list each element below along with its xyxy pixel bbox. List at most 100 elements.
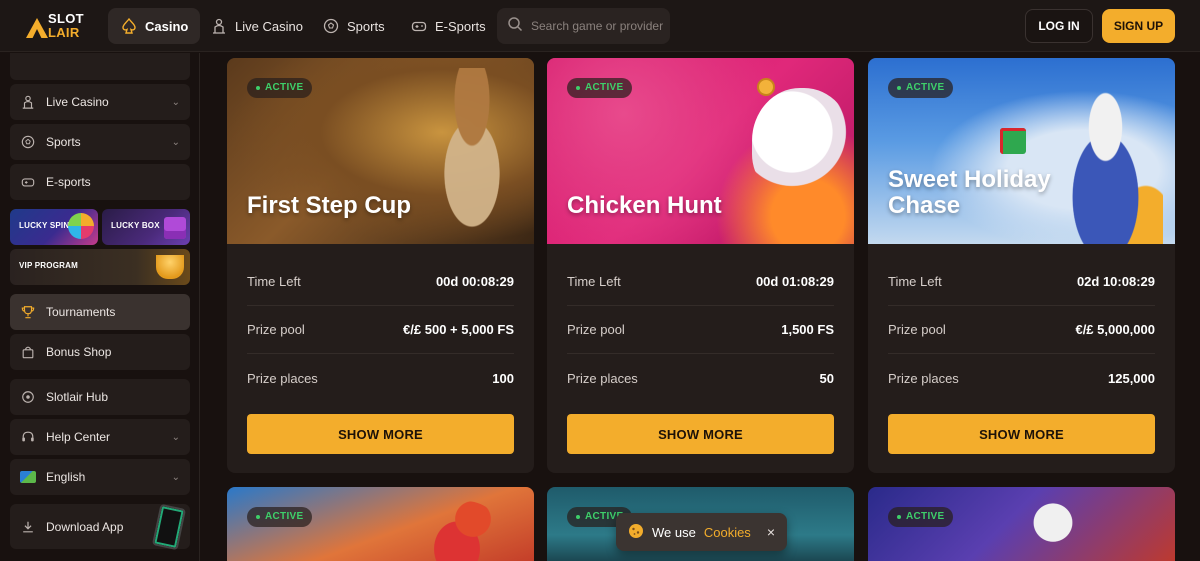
search-input[interactable]	[531, 19, 671, 33]
signup-button[interactable]: SIGN UP	[1102, 9, 1175, 43]
zeus-character-image	[1048, 88, 1163, 244]
tournament-card: ACTIVE Chicken Hunt Time Left 00d 01:08:…	[547, 58, 854, 473]
sidebar-item-live-casino[interactable]: Live Casino ⌄	[10, 84, 190, 120]
coin-icon	[757, 78, 775, 96]
prize-pool-row: Prize pool €/£ 5,000,000	[888, 306, 1155, 354]
promo-lucky-spin[interactable]: LUCKY SPIN	[10, 209, 98, 245]
sidebar-item-label: Sports	[46, 135, 81, 149]
cookie-banner: We use Cookies ×	[616, 513, 787, 551]
nav-label: Sports	[347, 18, 385, 34]
soccer-ball-icon	[322, 17, 340, 35]
spade-icon	[120, 17, 138, 35]
explorer-character-image	[417, 68, 527, 244]
prize-pool-value: 1,500 FS	[781, 322, 834, 337]
row-label: Time Left	[247, 274, 301, 289]
gamepad-icon	[410, 17, 428, 35]
sidebar-item-label: E-sports	[46, 175, 91, 189]
motorbike-rider-image	[417, 501, 497, 561]
trophy-icon	[20, 304, 36, 320]
chevron-down-icon: ⌄	[171, 96, 180, 108]
prize-pool-value: €/£ 500 + 5,000 FS	[403, 322, 514, 337]
show-more-button[interactable]: SHOW MORE	[247, 414, 514, 454]
flag-icon	[20, 469, 36, 485]
chicken-character-image	[752, 88, 852, 198]
cookie-icon	[628, 523, 644, 542]
sidebar: Live Casino ⌄ Sports ⌄ E-sports LUCKY SP…	[0, 53, 200, 561]
login-button[interactable]: LOG IN	[1025, 9, 1093, 43]
search-box[interactable]	[497, 8, 671, 44]
status-badge: ACTIVE	[247, 507, 313, 527]
search-icon	[507, 16, 523, 37]
time-left-value: 00d 01:08:29	[755, 274, 834, 289]
sidebar-item-slotlair-hub[interactable]: Slotlair Hub	[10, 379, 190, 415]
tournament-banner-image: ACTIVE Sweet Holiday Chase	[868, 58, 1175, 244]
sidebar-item-label: Download App	[46, 519, 124, 534]
prize-places-row: Prize places 50	[567, 354, 834, 402]
sidebar-item-download-app[interactable]: Download App	[10, 503, 190, 551]
prize-pool-row: Prize pool €/£ 500 + 5,000 FS	[247, 306, 514, 354]
nav-casino[interactable]: Casino	[108, 8, 201, 44]
logo-text-top: SLOT	[48, 11, 84, 26]
tournament-card-partial: ACTIVE	[227, 487, 534, 561]
close-icon[interactable]: ×	[767, 524, 775, 540]
chevron-down-icon: ⌄	[171, 431, 180, 443]
tournament-card: ACTIVE Sweet Holiday Chase Time Left 02d…	[868, 58, 1175, 473]
sidebar-item-label: English	[46, 470, 86, 484]
dealer-icon	[210, 17, 228, 35]
logo-mark-icon	[26, 18, 48, 38]
trophy-cup-icon	[156, 255, 184, 279]
gift-icon	[1000, 128, 1026, 154]
row-label: Prize pool	[567, 322, 625, 337]
phone-icon	[151, 503, 187, 551]
promo-lucky-box[interactable]: LUCKY BOX	[102, 209, 190, 245]
sidebar-item-tournaments[interactable]: Tournaments	[10, 294, 190, 330]
tournament-card: ACTIVE First Step Cup Time Left 00d 00:0…	[227, 58, 534, 473]
dealer-icon	[20, 94, 36, 110]
tournament-banner-image: ACTIVE Chicken Hunt	[547, 58, 854, 244]
show-more-button[interactable]: SHOW MORE	[567, 414, 834, 454]
tournament-title: Sweet Holiday Chase	[888, 166, 1051, 219]
prize-places-value: 50	[819, 370, 834, 386]
sidebar-item-label: Tournaments	[46, 305, 116, 319]
time-left-row: Time Left 00d 01:08:29	[567, 258, 834, 306]
status-badge: ACTIVE	[247, 78, 313, 98]
tournament-title: Chicken Hunt	[567, 192, 722, 219]
show-more-button[interactable]: SHOW MORE	[888, 414, 1155, 454]
tournament-title: First Step Cup	[247, 192, 412, 219]
nav-label: Live Casino	[235, 18, 303, 34]
sidebar-item-partial[interactable]	[10, 53, 190, 80]
row-label: Prize pool	[888, 322, 946, 337]
row-label: Prize places	[247, 370, 318, 386]
nav-live-casino[interactable]: Live Casino	[198, 8, 315, 44]
promo-label: LUCKY SPIN	[19, 221, 70, 230]
sidebar-item-language[interactable]: English ⌄	[10, 459, 190, 495]
row-label: Prize places	[888, 370, 959, 386]
prize-pool-row: Prize pool 1,500 FS	[567, 306, 834, 354]
top-header: SLOT LAIR Casino Live Casino Sports E-Sp…	[0, 0, 1200, 52]
status-badge: ACTIVE	[888, 78, 954, 98]
sidebar-item-help-center[interactable]: Help Center ⌄	[10, 419, 190, 455]
time-left-value: 00d 00:08:29	[435, 274, 514, 289]
nav-label: E-Sports	[435, 18, 486, 34]
chevron-down-icon: ⌄	[171, 136, 180, 148]
sidebar-item-label: Slotlair Hub	[46, 390, 109, 404]
hub-icon	[20, 389, 36, 405]
sidebar-item-label: Bonus Shop	[46, 345, 112, 359]
cookie-text: We use	[652, 524, 696, 540]
slotlair-logo[interactable]: SLOT LAIR	[26, 12, 90, 42]
zeus-character-image	[1008, 493, 1098, 561]
headset-icon	[20, 429, 36, 445]
shopping-bag-icon	[20, 344, 36, 360]
sidebar-item-esports[interactable]: E-sports	[10, 164, 190, 200]
prize-places-row: Prize places 100	[247, 354, 514, 402]
promo-vip-program[interactable]: VIP PROGRAM	[10, 249, 190, 285]
cookies-link[interactable]: Cookies	[704, 525, 751, 540]
soccer-ball-icon	[20, 134, 36, 150]
promo-label: VIP PROGRAM	[19, 261, 78, 270]
sidebar-item-bonus-shop[interactable]: Bonus Shop	[10, 334, 190, 370]
logo-text-bottom: LAIR	[48, 25, 80, 40]
sidebar-item-sports[interactable]: Sports ⌄	[10, 124, 190, 160]
row-label: Prize pool	[247, 322, 305, 337]
nav-sports[interactable]: Sports	[310, 8, 397, 44]
nav-esports[interactable]: E-Sports	[398, 8, 498, 44]
